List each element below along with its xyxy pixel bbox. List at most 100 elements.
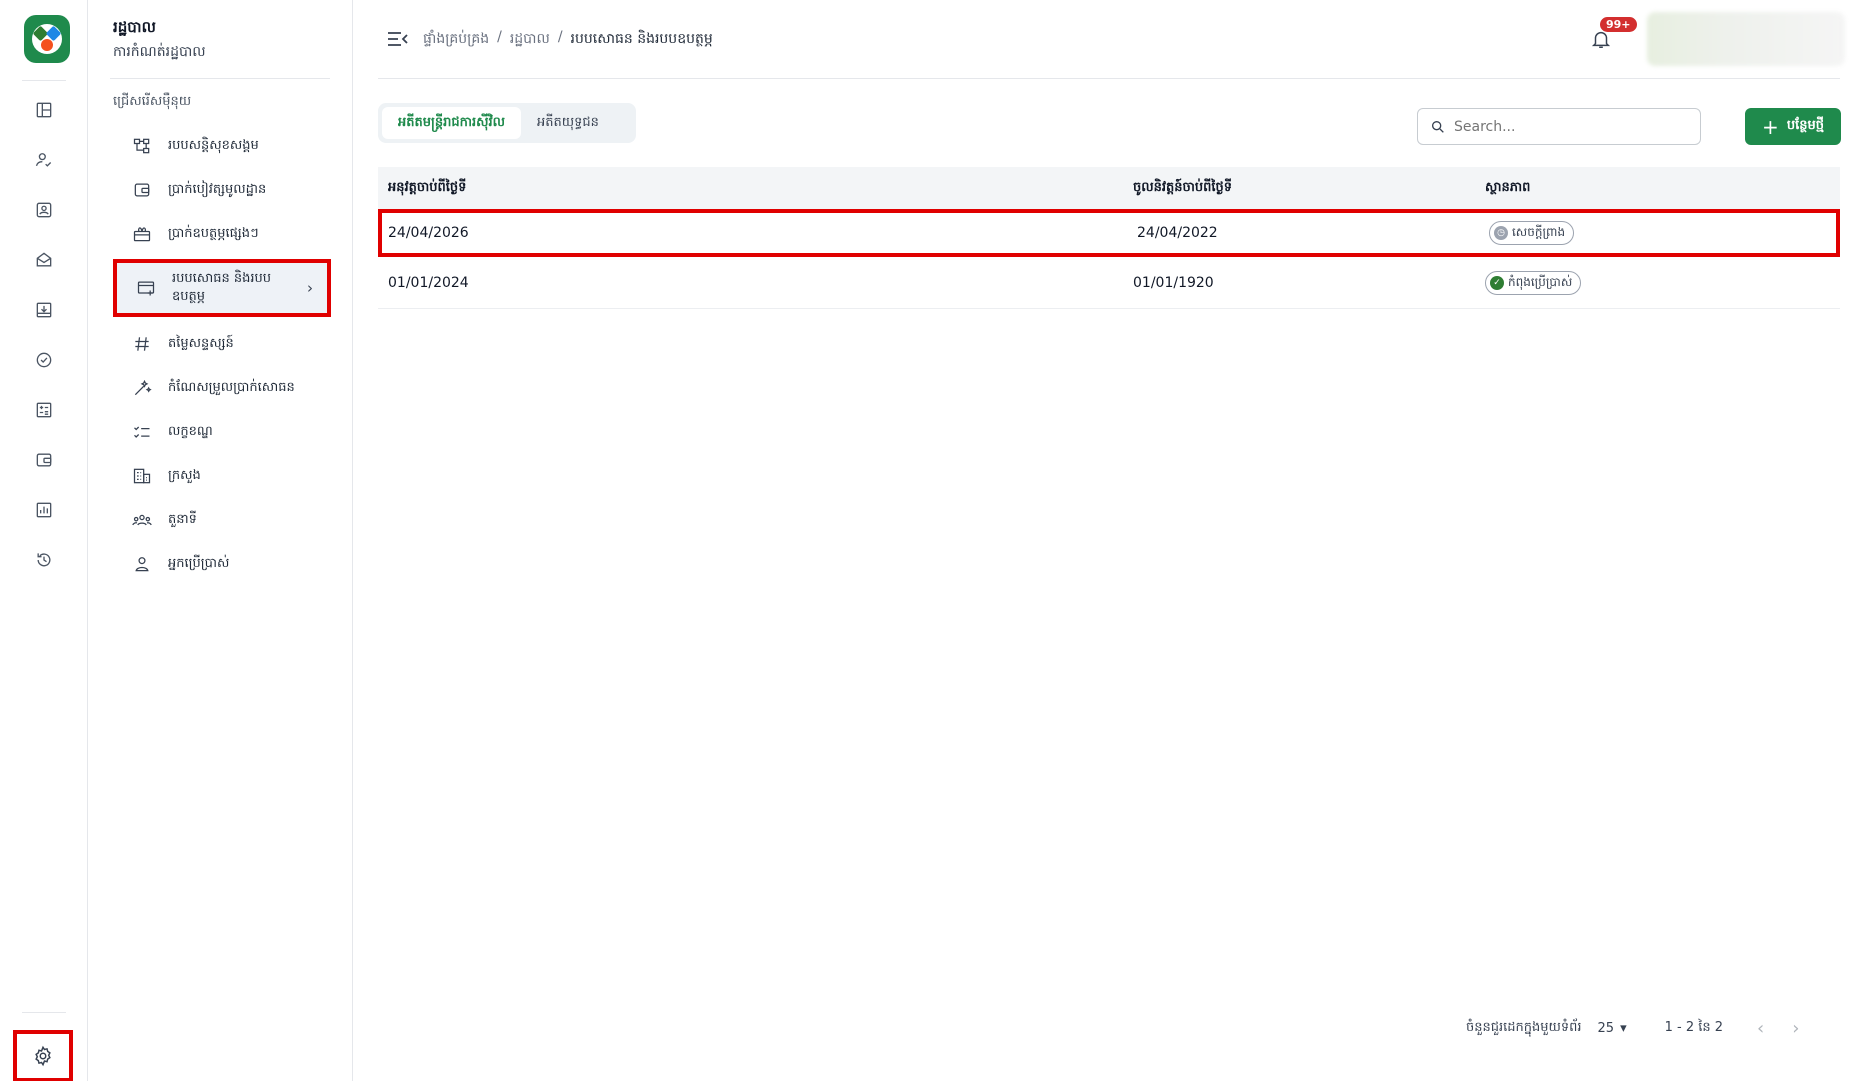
search-icon — [1432, 120, 1444, 133]
id-card-icon[interactable] — [32, 198, 56, 222]
hash-icon — [130, 332, 154, 356]
cell-status: ◷ សេចក្តីព្រាង — [1489, 221, 1836, 245]
sidebar-item-social-security[interactable]: របបសន្តិសុខសង្គម — [113, 126, 328, 166]
table-row[interactable]: 24/04/2026 24/04/2022 ◷ សេចក្តីព្រាង — [378, 209, 1840, 257]
sidebar-section-label: ជ្រើសរើសម៉ឺនុយ — [113, 94, 192, 109]
sidebar-item-base-salary[interactable]: ប្រាក់បៀវត្សមូលដ្ឋាន — [113, 170, 328, 210]
dashboard-icon[interactable] — [32, 98, 56, 122]
sidebar-item-ministry[interactable]: ក្រសួង — [113, 456, 328, 496]
cell-effective-date: 24/04/2026 — [388, 225, 469, 241]
card-add-icon — [134, 276, 158, 300]
cell-effective-date: 01/01/2024 — [388, 274, 469, 291]
verified-badge-icon[interactable] — [32, 348, 56, 372]
search-box — [1417, 108, 1701, 145]
cell-retirement-date: 01/01/1920 — [1133, 274, 1214, 291]
logo-mark — [32, 24, 62, 54]
sidebar-item-label: អ្នកប្រើប្រាស់ — [168, 555, 230, 571]
breadcrumb-separator: / — [557, 29, 563, 45]
rail-divider — [22, 1012, 66, 1013]
column-header-effective-date[interactable]: អនុវត្តចាប់ពីថ្ងៃទី — [378, 179, 1133, 198]
chevron-right-icon: › — [307, 279, 313, 297]
sidebar-item-roles[interactable]: តួនាទី — [113, 500, 328, 540]
caret-down-icon: ▾ — [1620, 1021, 1627, 1036]
cell-status: ✓ កំពុងប្រើប្រាស់ — [1485, 270, 1840, 295]
column-header-status[interactable]: ស្ថានភាព — [1485, 179, 1840, 198]
settings-sidebar: រដ្ឋបាល ការកំណត់រដ្ឋបាល ជ្រើសរើសម៉ឺនុយ រ… — [88, 0, 353, 1081]
sidebar-item-label: ប្រាក់បៀវត្សមូលដ្ឋាន — [168, 181, 267, 197]
rows-per-page-label: ចំនួនជួរដេកក្នុងមួយទំព័រ — [1466, 1020, 1582, 1035]
menu-collapse-icon — [388, 32, 408, 46]
magic-icon — [130, 376, 154, 400]
breadcrumb-separator: / — [497, 29, 502, 45]
app-logo[interactable] — [24, 15, 70, 63]
sidebar-item-index-value[interactable]: តម្លៃសន្ទស្សន៍ — [113, 324, 328, 364]
sidebar-item-pension[interactable]: របបសោធន និងរបបឧបត្ថម្ភ › — [113, 259, 331, 317]
menu-toggle-button[interactable] — [387, 29, 409, 49]
check-circle-icon: ✓ — [1490, 275, 1504, 290]
gift-icon — [130, 222, 154, 246]
add-new-button[interactable]: + បន្ថែមថ្មី — [1745, 108, 1841, 145]
tab-civil-servants[interactable]: អតីតមន្ត្រីរាជការស៊ីវិល — [382, 107, 522, 139]
tab-veterans[interactable]: អតីតយុទ្ធជន — [521, 107, 615, 139]
sidebar-divider — [110, 78, 330, 79]
pension-table: អនុវត្តចាប់ពីថ្ងៃទី ចូលនិវត្តន៍ចាប់ពីថ្ង… — [378, 167, 1840, 309]
settings-button[interactable] — [13, 1030, 73, 1081]
prev-page-icon[interactable]: ‹ — [1757, 1018, 1764, 1039]
status-badge: ✓ កំពុងប្រើប្រាស់ — [1485, 270, 1582, 295]
sidebar-item-label: កំណែសម្រួលប្រាក់សោធន — [168, 379, 295, 395]
category-tabs: អតីតមន្ត្រីរាជការស៊ីវិល អតីតយុទ្ធជន — [378, 103, 636, 143]
page-range: 1 - 2 នៃ 2 — [1664, 1020, 1724, 1035]
sidebar-item-users[interactable]: អ្នកប្រើប្រាស់ — [113, 544, 328, 584]
mail-open-icon[interactable] — [32, 248, 56, 272]
rail-divider — [22, 80, 66, 81]
header-divider — [378, 78, 1840, 79]
breadcrumb: ផ្ទាំងគ្រប់គ្រង / រដ្ឋបាល / របបសោធន និងរ… — [423, 29, 713, 50]
breadcrumb-item-admin[interactable]: រដ្ឋបាល — [510, 29, 550, 50]
search-input[interactable] — [1454, 118, 1674, 135]
sidebar-item-label: តួនាទី — [168, 511, 197, 527]
sidebar-item-label: ក្រសួង — [168, 467, 201, 483]
user-icon — [130, 552, 154, 576]
status-label: កំពុងប្រើប្រាស់ — [1508, 274, 1573, 289]
person-check-icon[interactable] — [32, 148, 56, 172]
sidebar-item-conditions[interactable]: លក្ខខណ្ឌ — [113, 412, 328, 452]
cell-retirement-date: 24/04/2022 — [1137, 225, 1218, 241]
sidebar-item-label: ប្រាក់ឧបត្ថម្ភផ្សេងៗ — [168, 225, 259, 241]
rows-per-page-select[interactable]: 25 ▾ — [1598, 1021, 1627, 1036]
breadcrumb-item-dashboard[interactable]: ផ្ទាំងគ្រប់គ្រង — [423, 29, 489, 50]
inbox-download-icon[interactable] — [32, 298, 56, 322]
sidebar-item-label: លក្ខខណ្ឌ — [168, 423, 213, 439]
plus-icon: + — [1762, 114, 1779, 139]
user-profile-menu[interactable] — [1647, 12, 1845, 66]
column-header-retirement-date[interactable]: ចូលនិវត្តន៍ចាប់ពីថ្ងៃទី — [1133, 179, 1485, 198]
group-icon — [130, 508, 154, 532]
notification-count-badge: 99+ — [1600, 17, 1637, 32]
calculator-icon[interactable] — [32, 398, 56, 422]
sidebar-item-label: របបសោធន និងរបបឧបត្ថម្ភ — [172, 271, 272, 304]
table-header: អនុវត្តចាប់ពីថ្ងៃទី ចូលនិវត្តន៍ចាប់ពីថ្ង… — [378, 167, 1840, 209]
gear-icon — [35, 1045, 51, 1067]
pagination: ចំនួនជួរដេកក្នុងមួយទំព័រ 25 ▾ 1 - 2 នៃ 2… — [1466, 1018, 1827, 1039]
wallet-icon — [130, 178, 154, 202]
sidebar-title: រដ្ឋបាល — [113, 18, 156, 36]
checklist-icon — [130, 420, 154, 444]
sidebar-item-allowances[interactable]: ប្រាក់ឧបត្ថម្ភផ្សេងៗ — [113, 214, 328, 254]
wallet-icon[interactable] — [32, 448, 56, 472]
sidebar-item-label: របបសន្តិសុខសង្គម — [168, 137, 259, 153]
sidebar-item-pension-adjustment[interactable]: កំណែសម្រួលប្រាក់សោធន — [113, 368, 328, 408]
bar-chart-icon[interactable] — [32, 498, 56, 522]
clock-icon: ◷ — [1494, 226, 1508, 240]
table-row[interactable]: 01/01/2024 01/01/1920 ✓ កំពុងប្រើប្រាស់ — [378, 257, 1840, 309]
top-header: ផ្ទាំងគ្រប់គ្រង / រដ្ឋបាល / របបសោធន និងរ… — [353, 0, 1854, 78]
sidebar-subtitle: ការកំណត់រដ្ឋបាល — [113, 44, 206, 60]
add-new-label: បន្ថែមថ្មី — [1786, 118, 1824, 133]
rows-per-page-value: 25 — [1597, 1021, 1615, 1036]
next-page-icon[interactable]: › — [1792, 1018, 1799, 1039]
status-badge: ◷ សេចក្តីព្រាង — [1489, 221, 1575, 245]
icon-rail — [0, 0, 88, 1081]
building-icon — [130, 464, 154, 488]
sidebar-item-label: តម្លៃសន្ទស្សន៍ — [168, 335, 234, 351]
status-label: សេចក្តីព្រាង — [1512, 225, 1566, 239]
breadcrumb-item-current: របបសោធន និងរបបឧបត្ថម្ភ — [570, 31, 713, 47]
history-icon[interactable] — [32, 548, 56, 572]
